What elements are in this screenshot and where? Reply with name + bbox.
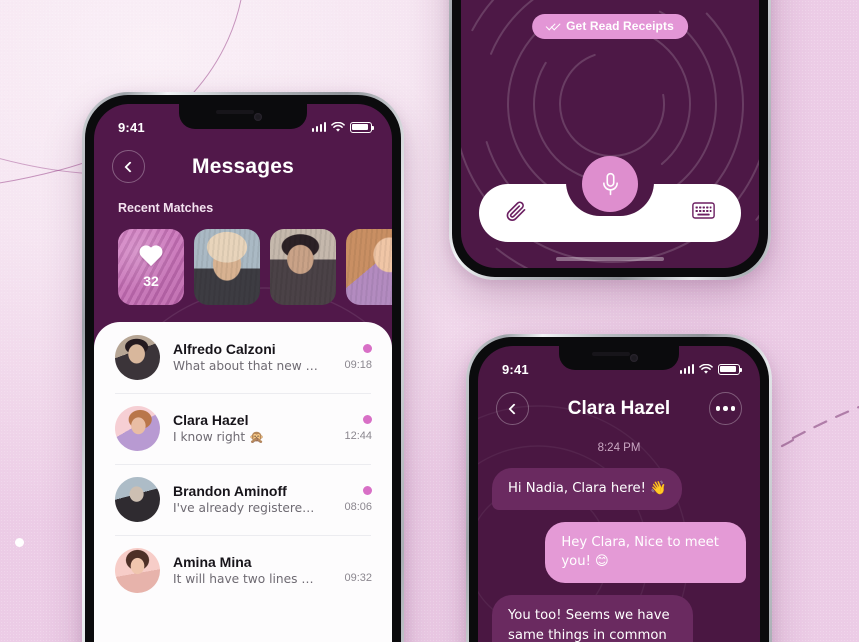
recent-matches-label: Recent Matches: [118, 201, 214, 215]
get-read-receipts-label: Get Read Receipts: [566, 19, 674, 33]
status-bar-icons: [679, 363, 743, 375]
chat-contact-name: Clara Hazel: [567, 397, 671, 419]
avatar: [115, 477, 160, 522]
table-row[interactable]: Amina Mina It will have two lines of hea…: [94, 535, 392, 606]
chat-screen: 9:41 Clara Hazel 8:24 PM Hi Nadia, Clara…: [478, 346, 760, 642]
double-check-icon: [545, 20, 561, 32]
table-row[interactable]: Clara Hazel I know right 🙊 12:44: [94, 393, 392, 464]
unread-badge: [363, 344, 372, 353]
wifi-icon: [699, 363, 713, 374]
voice-screen: Get Read Receipts: [461, 0, 759, 268]
status-bar-time: 9:41: [502, 361, 529, 377]
chat-bubble-incoming: Hi Nadia, Clara here! 👋: [492, 468, 683, 511]
chat-bubble-outgoing: Hey Clara, Nice to meet you! 😊: [545, 522, 746, 584]
conversation-text: Brandon Aminoff I've already registered,…: [173, 482, 319, 518]
wifi-icon: [331, 121, 345, 132]
avatar: [115, 548, 160, 593]
microphone-icon: [602, 172, 618, 195]
likes-count: 32: [143, 272, 159, 289]
avatar: [115, 406, 160, 451]
phone-messages-list: 9:41 Messages Recent Matches 32 Alfredo …: [82, 92, 404, 642]
match-card-3[interactable]: [346, 229, 392, 305]
speaker-grill: [216, 110, 254, 114]
match-photo-shade: [194, 229, 260, 305]
phone-chat-thread: 9:41 Clara Hazel 8:24 PM Hi Nadia, Clara…: [466, 334, 772, 642]
phone-bezel: Get Read Receipts: [452, 0, 768, 277]
conversation-list: Alfredo Calzoni What about that new jack…: [94, 322, 392, 642]
match-card-1[interactable]: [194, 229, 260, 305]
message-time: 12:44: [344, 430, 372, 442]
phone-notch: [179, 104, 307, 129]
status-bar-icons: [311, 121, 375, 133]
paperclip-icon[interactable]: [505, 199, 528, 227]
front-camera: [630, 354, 638, 362]
chat-messages: 8:24 PM Hi Nadia, Clara here! 👋 Hey Clar…: [492, 442, 746, 642]
avatar: [115, 335, 160, 380]
message-time: 09:32: [344, 572, 372, 584]
more-options-icon: [715, 406, 736, 411]
chat-timestamp: 8:24 PM: [597, 442, 641, 454]
speaker-grill: [592, 352, 630, 356]
signal-bars-icon: [311, 122, 326, 132]
phone-bezel: 9:41 Clara Hazel 8:24 PM Hi Nadia, Clara…: [469, 337, 769, 642]
message-preview: I know right 🙊: [173, 430, 265, 445]
chat-header: Clara Hazel: [478, 392, 760, 425]
message-time: 09:18: [344, 359, 372, 371]
contact-name: Amina Mina: [173, 553, 252, 570]
conversation-text: Clara Hazel I know right 🙊: [173, 411, 319, 447]
conversation-text: Alfredo Calzoni What about that new jack…: [173, 340, 319, 376]
match-card-2[interactable]: [270, 229, 336, 305]
message-time: 08:06: [344, 501, 372, 513]
unread-badge: [363, 415, 372, 424]
phone-bezel: 9:41 Messages Recent Matches 32 Alfredo …: [85, 95, 401, 642]
decorative-dot: [15, 538, 24, 547]
contact-name: Brandon Aminoff: [173, 482, 287, 499]
conversation-meta: 09:32: [332, 557, 372, 584]
get-read-receipts-button[interactable]: Get Read Receipts: [532, 14, 688, 39]
messages-screen: 9:41 Messages Recent Matches 32 Alfredo …: [94, 104, 392, 642]
contact-name: Alfredo Calzoni: [173, 340, 276, 357]
signal-bars-icon: [679, 364, 694, 374]
message-preview: What about that new jacket if I ...: [173, 359, 319, 374]
heart-icon: [138, 246, 164, 270]
message-preview: It will have two lines of heading ...: [173, 572, 319, 587]
battery-icon: [350, 121, 375, 133]
page-title: Messages: [192, 154, 294, 178]
contact-name: Clara Hazel: [173, 411, 249, 428]
microphone-button[interactable]: [582, 156, 638, 212]
table-row[interactable]: Brandon Aminoff I've already registered,…: [94, 464, 392, 535]
status-bar-time: 9:41: [118, 119, 145, 135]
conversation-text: Amina Mina It will have two lines of hea…: [173, 553, 319, 589]
voice-input-bar: [479, 156, 741, 242]
match-photo-shade: [270, 229, 336, 305]
table-row[interactable]: Alfredo Calzoni What about that new jack…: [94, 322, 392, 393]
back-button[interactable]: [496, 392, 529, 425]
home-indicator: [556, 257, 664, 261]
unread-badge: [363, 486, 372, 495]
chat-bubble-incoming: You too! Seems we have same things in co…: [492, 595, 693, 642]
keyboard-icon[interactable]: [692, 202, 715, 224]
recent-matches-row: 32: [118, 229, 392, 305]
battery-icon: [718, 363, 743, 375]
conversation-meta: 09:18: [332, 344, 372, 371]
match-photo-shade: [346, 229, 392, 305]
messages-header: Messages: [94, 150, 392, 183]
front-camera: [254, 112, 262, 121]
match-card-likes[interactable]: 32: [118, 229, 184, 305]
phone-voice-recorder: Get Read Receipts: [449, 0, 771, 280]
screenshot-stage: 9:41 Messages Recent Matches 32 Alfredo …: [0, 0, 859, 642]
conversation-meta: 12:44: [332, 415, 372, 442]
chevron-left-icon: [508, 402, 520, 415]
phone-notch: [559, 346, 679, 370]
message-preview: I've already registered, can't wai...: [173, 501, 319, 516]
conversation-meta: 08:06: [332, 486, 372, 513]
more-options-button[interactable]: [709, 392, 742, 425]
